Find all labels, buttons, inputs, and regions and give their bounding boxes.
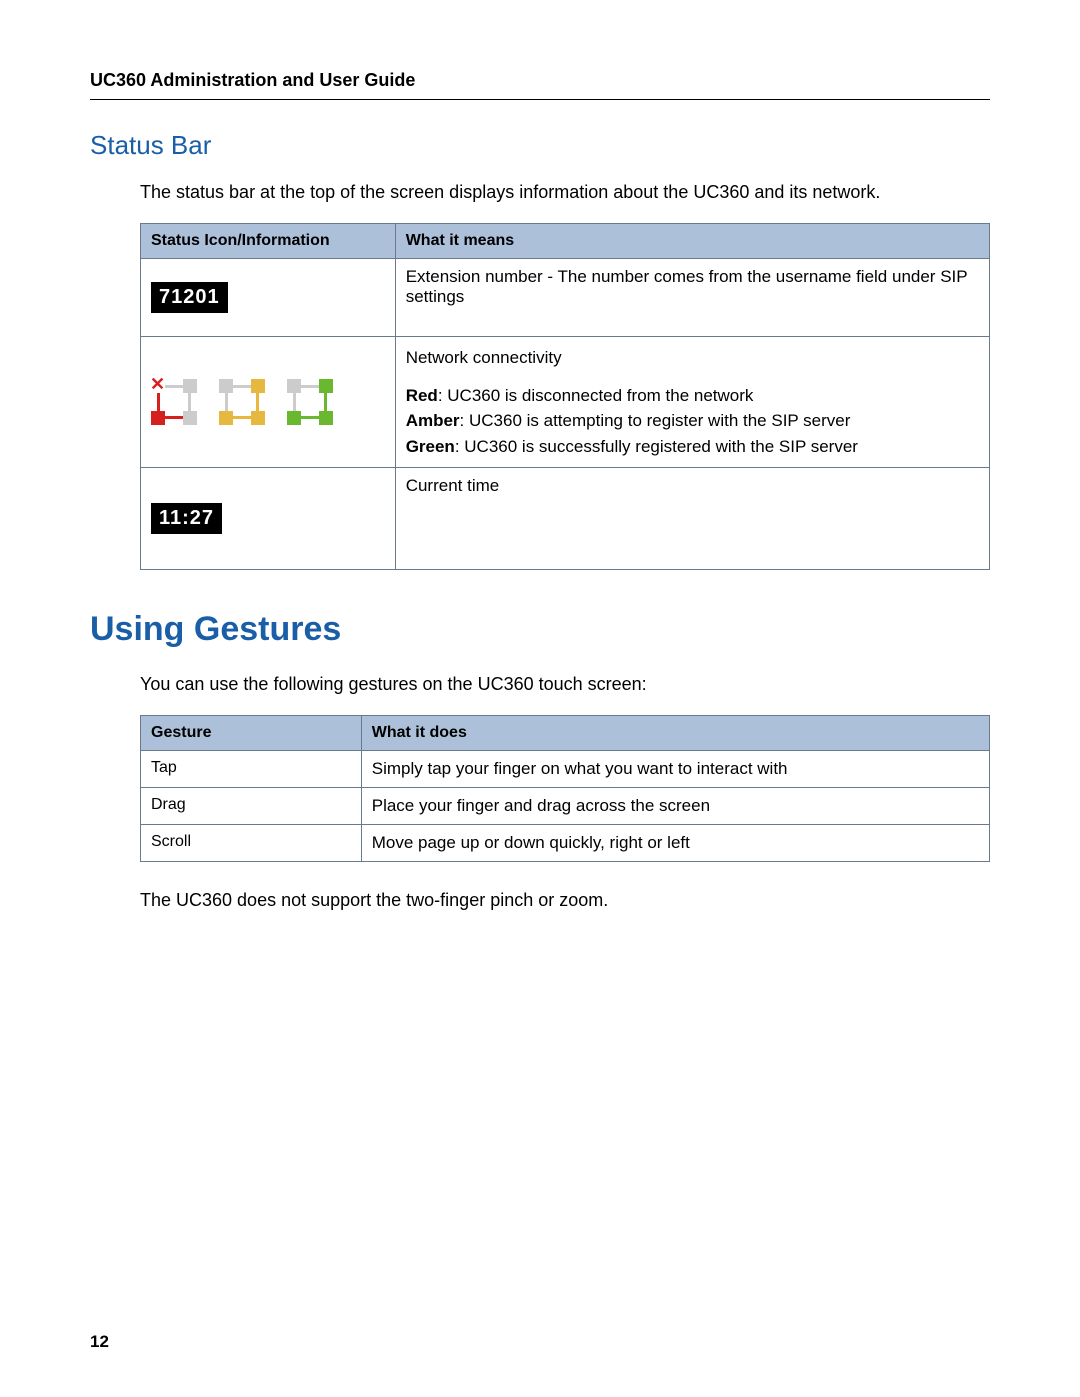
table-row: 11:27 Current time (141, 468, 990, 570)
gesture-table: Gesture What it does Tap Simply tap your… (140, 715, 990, 862)
section-status-bar-title: Status Bar (90, 130, 990, 161)
status-table: Status Icon/Information What it means 71… (140, 223, 990, 570)
gesture-desc: Simply tap your finger on what you want … (361, 751, 989, 788)
gestures-outro: The UC360 does not support the two-finge… (140, 887, 990, 913)
red-text: : UC360 is disconnected from the network (438, 386, 754, 405)
gesture-desc: Place your finger and drag across the sc… (361, 788, 989, 825)
document-header: UC360 Administration and User Guide (90, 70, 990, 100)
network-icon-green (287, 379, 333, 425)
amber-text: : UC360 is attempting to register with t… (460, 411, 851, 430)
network-desc: Network connectivity Red: UC360 is disco… (395, 337, 989, 468)
gestures-intro: You can use the following gestures on th… (140, 671, 990, 697)
amber-label: Amber (406, 411, 460, 430)
time-icon: 11:27 (151, 503, 222, 534)
green-text: : UC360 is successfully registered with … (455, 437, 858, 456)
table-row: 71201 Extension number - The number come… (141, 259, 990, 337)
section-using-gestures-title: Using Gestures (90, 610, 990, 649)
status-table-head-meaning: What it means (395, 224, 989, 259)
gesture-head-does: What it does (361, 716, 989, 751)
network-icon-amber (219, 379, 265, 425)
gesture-name: Scroll (141, 825, 362, 862)
gesture-name: Drag (141, 788, 362, 825)
extension-number-icon: 71201 (151, 282, 228, 313)
time-desc: Current time (395, 468, 989, 570)
status-bar-intro: The status bar at the top of the screen … (140, 179, 990, 205)
red-label: Red (406, 386, 438, 405)
gesture-head-gesture: Gesture (141, 716, 362, 751)
table-row: Network connectivity Red: UC360 is disco… (141, 337, 990, 468)
extension-desc: Extension number - The number comes from… (395, 259, 989, 337)
network-status-icons (151, 379, 385, 425)
table-row: Drag Place your finger and drag across t… (141, 788, 990, 825)
status-table-head-icon: Status Icon/Information (141, 224, 396, 259)
table-row: Tap Simply tap your finger on what you w… (141, 751, 990, 788)
gesture-name: Tap (141, 751, 362, 788)
page-number: 12 (90, 1332, 109, 1352)
gesture-desc: Move page up or down quickly, right or l… (361, 825, 989, 862)
table-row: Scroll Move page up or down quickly, rig… (141, 825, 990, 862)
network-title: Network connectivity (406, 345, 979, 371)
green-label: Green (406, 437, 455, 456)
network-icon-red (151, 379, 197, 425)
